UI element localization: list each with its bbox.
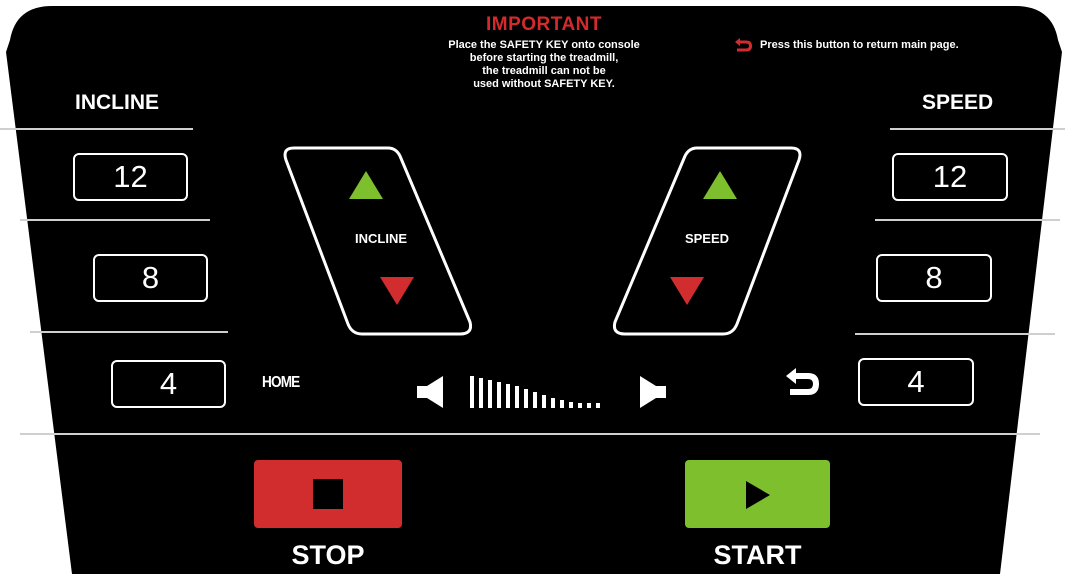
divider (20, 433, 1040, 435)
safety-notice-line: the treadmill can not be (482, 65, 606, 77)
incline-down-icon[interactable] (379, 276, 415, 306)
stop-square-icon (313, 479, 343, 509)
volume-down-icon[interactable] (415, 374, 445, 410)
incline-up-icon[interactable] (348, 170, 384, 200)
incline-preset-4-button[interactable]: 4 (111, 360, 226, 408)
divider (855, 333, 1055, 335)
volume-level-bar (470, 376, 600, 408)
return-note-text: Press this button to return main page. (760, 39, 959, 51)
incline-preset-12-button[interactable]: 12 (73, 153, 188, 201)
play-triangle-icon (746, 481, 770, 509)
important-title: IMPORTANT (485, 14, 603, 35)
speed-up-icon[interactable] (702, 170, 738, 200)
safety-notice-line: before starting the treadmill, (469, 52, 619, 64)
stop-label: STOP (291, 540, 365, 570)
divider (875, 219, 1060, 221)
safety-notice: Place the SAFETY KEY onto console before… (400, 39, 688, 91)
speed-down-icon[interactable] (669, 276, 705, 306)
safety-notice-line: Place the SAFETY KEY onto console (448, 39, 640, 51)
speed-pad-label: SPEED (684, 231, 730, 246)
speed-preset-8-button[interactable]: 8 (876, 254, 992, 302)
incline-preset-8-button[interactable]: 8 (93, 254, 208, 302)
home-button[interactable]: HOME (262, 374, 300, 392)
stop-button[interactable] (254, 460, 402, 528)
divider (20, 219, 210, 221)
return-arrow-icon[interactable] (782, 366, 822, 400)
start-button[interactable] (685, 460, 830, 528)
volume-up-icon[interactable] (638, 374, 668, 410)
safety-notice-line: used without SAFETY KEY. (473, 78, 615, 90)
treadmill-console-panel: IMPORTANT Place the SAFETY KEY onto cons… (0, 0, 1065, 574)
return-arrow-icon (735, 38, 752, 52)
start-label: START (713, 540, 802, 570)
return-note: Press this button to return main page. (732, 37, 1052, 53)
speed-preset-4-button[interactable]: 4 (858, 358, 974, 406)
incline-section-title: INCLINE (75, 91, 159, 114)
divider (0, 128, 193, 130)
divider (30, 331, 228, 333)
speed-preset-12-button[interactable]: 12 (892, 153, 1008, 201)
incline-pad-label: INCLINE (355, 231, 407, 246)
divider (890, 128, 1065, 130)
speed-section-title: SPEED (922, 91, 994, 114)
